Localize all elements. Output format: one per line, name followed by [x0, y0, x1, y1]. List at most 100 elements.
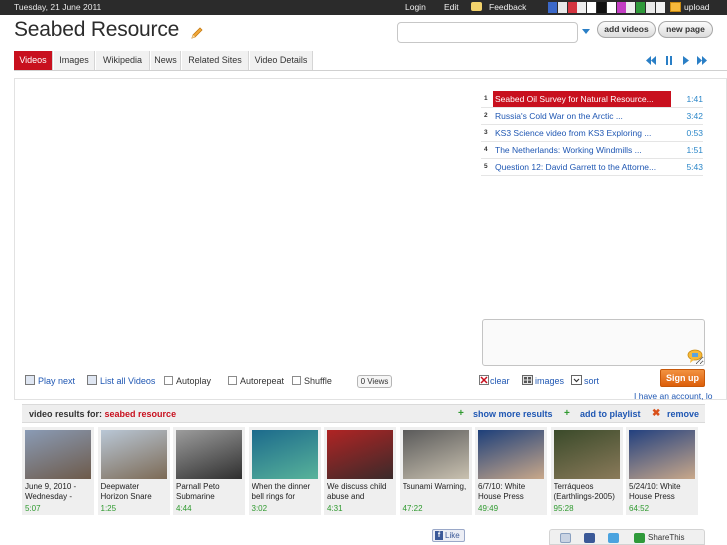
results-bar: video results for: seabed resource + sho… — [22, 404, 705, 423]
playlist-item[interactable]: 4 The Netherlands: Working Windmills ...… — [481, 142, 703, 159]
theme-swatch[interactable] — [655, 2, 665, 13]
tab-wikipedia[interactable]: Wikipedia — [96, 51, 150, 70]
video-result-item[interactable]: June 9, 2010 - Wednesday - 5:07 — [22, 427, 94, 515]
new-page-button[interactable]: new page — [658, 21, 713, 38]
theme-swatch[interactable] — [636, 2, 646, 13]
login-link[interactable]: Login — [405, 2, 426, 12]
pause-icon[interactable] — [664, 56, 674, 65]
video-thumbnail[interactable] — [176, 430, 242, 479]
images-icon[interactable] — [522, 375, 533, 385]
list-all-videos-link[interactable]: List all Videos — [100, 376, 155, 386]
video-thumbnail[interactable] — [478, 430, 544, 479]
theme-swatch[interactable] — [587, 2, 597, 13]
search-dropdown-icon[interactable] — [582, 29, 590, 34]
tab-related-sites[interactable]: Related Sites — [182, 51, 249, 70]
fast-forward-icon[interactable] — [697, 56, 707, 65]
video-caption[interactable]: 5/24/10: White House Press — [629, 482, 697, 502]
have-account-link[interactable]: I have an account, lo — [634, 391, 727, 401]
autorepeat-checkbox[interactable] — [228, 376, 237, 385]
video-caption[interactable]: Tsunami Warning, — [403, 482, 471, 502]
shuffle-checkbox[interactable] — [292, 376, 301, 385]
theme-swatch[interactable] — [567, 2, 577, 13]
playlist-title[interactable]: Seabed Oil Survey for Natural Resource..… — [493, 91, 671, 107]
theme-swatch[interactable] — [626, 2, 636, 13]
video-result-item[interactable]: We discuss child abuse and 4:31 — [324, 427, 396, 515]
video-result-item[interactable]: Terráqueos (Earthlings-2005) 95:28 — [550, 427, 623, 515]
playlist-title[interactable]: KS3 Science video from KS3 Exploring ... — [493, 125, 671, 141]
twitter-icon[interactable] — [608, 533, 619, 543]
playlist-item[interactable]: 3 KS3 Science video from KS3 Exploring .… — [481, 125, 703, 142]
video-result-item[interactable]: Parnall Peto Submarine 4:44 — [173, 427, 245, 515]
video-thumbnail[interactable] — [25, 430, 91, 479]
theme-swatch[interactable] — [646, 2, 655, 13]
tab-video-details[interactable]: Video Details — [250, 51, 313, 70]
theme-swatch[interactable] — [606, 2, 616, 13]
theme-swatch[interactable] — [557, 2, 567, 13]
video-thumbnail[interactable] — [629, 430, 695, 479]
play-next-icon[interactable] — [25, 375, 35, 385]
upload-icon[interactable] — [670, 2, 681, 12]
video-caption[interactable]: When the dinner bell rings for — [252, 482, 320, 502]
video-caption[interactable]: Parnall Peto Submarine — [176, 482, 244, 502]
edit-link[interactable]: Edit — [444, 2, 459, 12]
add-videos-button[interactable]: add videos — [597, 21, 656, 38]
remove-link[interactable]: remove — [667, 409, 699, 419]
sort-link[interactable]: sort — [584, 376, 599, 386]
show-more-plus-icon[interactable]: + — [458, 409, 464, 419]
remove-x-icon[interactable]: ✖ — [652, 409, 660, 419]
video-result-item[interactable]: When the dinner bell rings for 3:02 — [248, 427, 321, 515]
pencil-icon[interactable] — [190, 26, 204, 40]
theme-swatch[interactable] — [597, 2, 606, 13]
video-result-item[interactable]: Deepwater Horizon Snare 1:25 — [97, 427, 170, 515]
list-all-icon[interactable] — [87, 375, 97, 385]
theme-swatch[interactable] — [548, 2, 557, 13]
sign-up-button[interactable]: Sign up — [660, 369, 705, 387]
playlist-title[interactable]: Question 12: David Garrett to the Attorn… — [493, 159, 671, 175]
clear-icon[interactable] — [479, 375, 489, 385]
sharethis-label[interactable]: ShareThis — [648, 533, 684, 542]
email-icon[interactable] — [560, 533, 571, 543]
theme-swatch[interactable] — [616, 2, 626, 13]
images-link[interactable]: images — [535, 376, 564, 386]
video-thumbnail[interactable] — [327, 430, 393, 479]
playlist-item[interactable]: 1 Seabed Oil Survey for Natural Resource… — [481, 91, 703, 108]
video-thumbnail[interactable] — [402, 430, 469, 479]
autoplay-checkbox[interactable] — [164, 376, 173, 385]
feedback-icon[interactable] — [471, 2, 482, 11]
video-thumbnail[interactable] — [251, 430, 318, 479]
play-icon[interactable] — [681, 56, 691, 65]
theme-swatch[interactable] — [577, 2, 587, 13]
video-caption[interactable]: June 9, 2010 - Wednesday - — [25, 482, 93, 502]
play-next-link[interactable]: Play next — [38, 376, 75, 386]
sort-icon[interactable] — [571, 375, 582, 385]
tab-news[interactable]: News — [151, 51, 181, 70]
add-playlist-plus-icon[interactable]: + — [564, 409, 570, 419]
search-input[interactable] — [397, 22, 578, 43]
comment-input[interactable] — [482, 319, 705, 366]
facebook-like-button[interactable]: f Like — [432, 529, 465, 542]
upload-link[interactable]: upload — [684, 2, 710, 12]
playlist-item[interactable]: 2 Russia's Cold War on the Arctic ... 3:… — [481, 108, 703, 125]
video-caption[interactable]: We discuss child abuse and — [327, 482, 395, 502]
tab-videos[interactable]: Videos — [14, 51, 53, 70]
rewind-icon[interactable] — [646, 56, 656, 65]
chat-bubble-icon[interactable] — [687, 348, 703, 364]
sharethis-icon[interactable] — [634, 533, 645, 543]
feedback-link[interactable]: Feedback — [489, 2, 526, 12]
video-thumbnail[interactable] — [553, 430, 620, 479]
playlist-title[interactable]: Russia's Cold War on the Arctic ... — [493, 108, 671, 124]
video-caption[interactable]: 6/7/10: White House Press — [478, 482, 546, 502]
video-caption[interactable]: Terráqueos (Earthlings-2005) — [554, 482, 622, 502]
video-result-item[interactable]: Tsunami Warning, 47:22 — [399, 427, 472, 515]
video-caption[interactable]: Deepwater Horizon Snare — [101, 482, 169, 502]
tab-images[interactable]: Images — [54, 51, 95, 70]
clear-link[interactable]: clear — [490, 376, 510, 386]
playlist-item[interactable]: 5 Question 12: David Garrett to the Atto… — [481, 159, 703, 176]
video-thumbnail[interactable] — [100, 430, 167, 479]
facebook-share-icon[interactable] — [584, 533, 595, 543]
add-to-playlist-link[interactable]: add to playlist — [580, 409, 641, 419]
video-result-item[interactable]: 5/24/10: White House Press 64:52 — [626, 427, 698, 515]
show-more-results-link[interactable]: show more results — [473, 409, 553, 419]
playlist-title[interactable]: The Netherlands: Working Windmills ... — [493, 142, 671, 158]
video-result-item[interactable]: 6/7/10: White House Press 49:49 — [475, 427, 547, 515]
